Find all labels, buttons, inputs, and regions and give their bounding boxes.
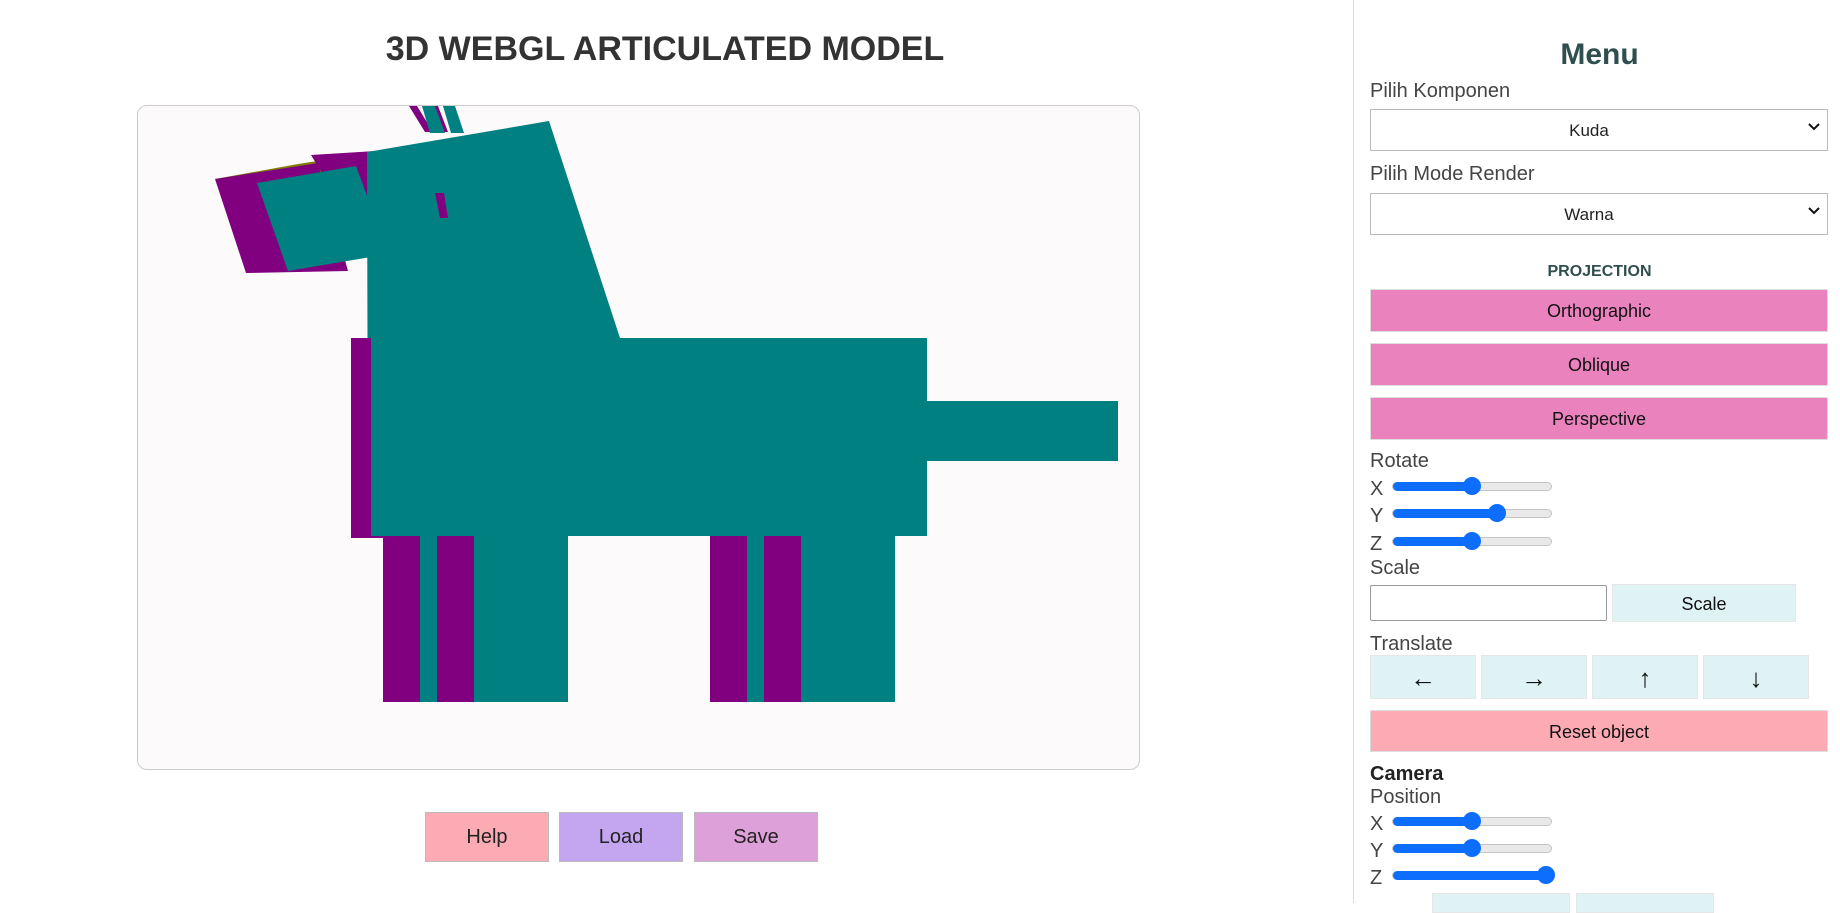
slider-thumb[interactable] [1463,532,1481,550]
component-select-value: Kuda [1569,121,1609,140]
reset-object-button[interactable]: Reset object [1370,710,1828,752]
menu-sidebar: Menu Pilih Komponen Kuda Pilih Mode Rend… [1353,0,1840,913]
component-select[interactable]: Kuda [1370,109,1828,151]
page-title: 3D WEBGL ARTICULATED MODEL [385,30,945,68]
perspective-button[interactable]: Perspective [1370,397,1828,440]
model-front-face [420,536,437,702]
translate-label: Translate [1370,633,1453,655]
horse-model [215,106,1118,702]
translate-left-button[interactable]: ← [1370,655,1476,699]
save-button[interactable]: Save [694,812,818,862]
camera-x-label: X [1370,813,1384,835]
camera-x-slider[interactable] [1392,812,1552,830]
menu-title: Menu [1560,38,1639,71]
slider-thumb[interactable] [1537,866,1556,884]
scale-label: Scale [1370,557,1421,579]
chevron-down-icon [1808,207,1820,215]
translate-down-button[interactable]: ↓ [1703,655,1809,699]
slider-thumb[interactable] [1463,839,1481,857]
help-button[interactable]: Help [425,812,549,862]
render-mode-label: Pilih Mode Render [1370,163,1535,185]
main-area: 3D WEBGL ARTICULATED MODEL Help Load Sav… [0,0,1352,903]
model-side-face [710,536,747,702]
scale-input[interactable] [1370,585,1607,621]
model-front-face [367,121,927,536]
model-side-face [351,338,371,538]
rotate-z-label: Z [1370,533,1383,555]
render-mode-select-value: Warna [1564,205,1614,224]
chevron-down-icon [1808,123,1820,131]
rotate-label: Rotate [1370,450,1429,472]
rotate-x-label: X [1370,478,1384,500]
slider-thumb[interactable] [1488,504,1507,522]
orthographic-button[interactable]: Orthographic [1370,289,1828,332]
oblique-button[interactable]: Oblique [1370,343,1828,386]
camera-button[interactable] [1576,893,1714,913]
rotate-y-label: Y [1370,505,1384,527]
webgl-canvas[interactable] [137,105,1140,770]
camera-y-slider[interactable] [1392,839,1552,857]
model-front-face [801,536,895,702]
model-side-face [764,536,801,702]
model-front-face [926,401,1118,461]
camera-heading: Camera [1370,763,1444,785]
camera-z-label: Z [1370,867,1383,889]
translate-up-button[interactable]: ↑ [1592,655,1698,699]
projection-heading: PROJECTION [1547,263,1652,280]
model-side-face [437,536,474,702]
slider-thumb[interactable] [1463,477,1481,495]
camera-y-label: Y [1370,840,1384,862]
camera-button[interactable] [1432,893,1570,913]
render-mode-select[interactable]: Warna [1370,193,1828,235]
slider-thumb[interactable] [1463,812,1481,830]
component-label: Pilih Komponen [1370,80,1511,102]
model-front-face [747,536,764,702]
rotate-y-slider[interactable] [1392,504,1552,522]
camera-position-label: Position [1370,786,1442,808]
camera-z-slider[interactable] [1392,866,1556,884]
translate-right-button[interactable]: → [1481,655,1587,699]
load-button[interactable]: Load [559,812,683,862]
scale-button[interactable]: Scale [1612,584,1796,622]
model-front-face [474,536,568,702]
rotate-x-slider[interactable] [1392,477,1552,495]
rotate-z-slider[interactable] [1392,532,1552,550]
model-side-face [383,536,420,702]
